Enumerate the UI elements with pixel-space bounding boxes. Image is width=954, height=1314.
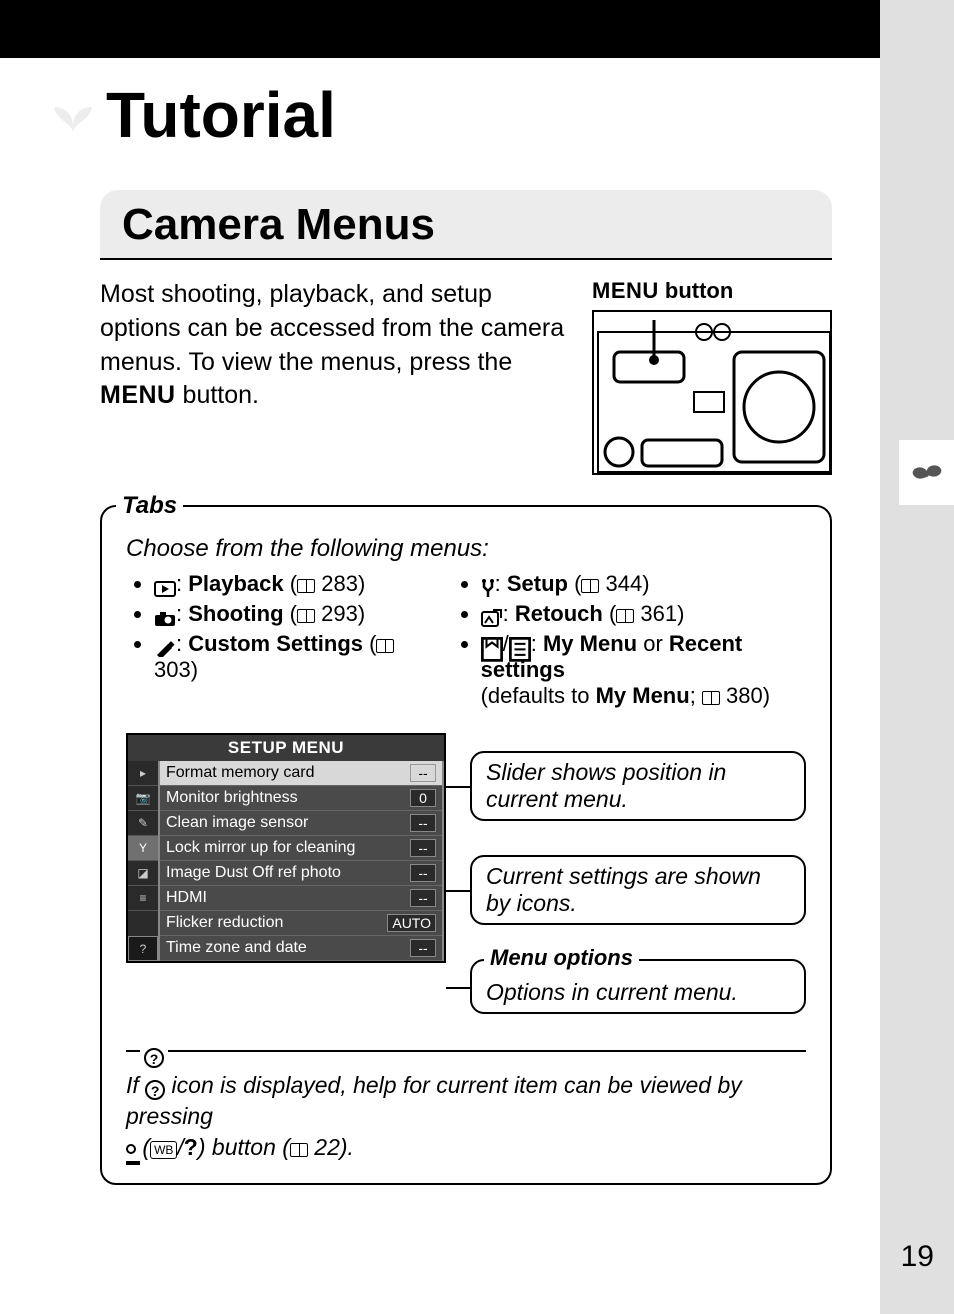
intro-row: Most shooting, playback, and setup optio… [0, 264, 880, 475]
camera-illustration [592, 310, 832, 475]
callouts: Slider shows position in current menu. C… [470, 733, 806, 1014]
top-black-bar [0, 0, 880, 58]
screen-row-label: Time zone and date [166, 939, 307, 957]
screen-row: Lock mirror up for cleaning -- [160, 836, 442, 861]
mymenu-icon [481, 637, 503, 653]
camera-screen: SETUP MENU ▸ 📷 ✎ Y ◪ ≡ ? Format memory c… [126, 733, 446, 963]
screen-row-value: -- [410, 889, 436, 907]
menu-list-left: : Playback ( 283) : Shooting ( 293) : Cu… [126, 571, 423, 713]
callout-menu-options: Menu options Options in current menu. [470, 959, 806, 1014]
screen-list: Format memory card -- Monitor brightness 0 C… [158, 761, 444, 961]
screen-row-value: AUTO [387, 914, 436, 932]
sprout-icon-large [48, 93, 98, 137]
tab-setup-icon: Y [128, 836, 158, 861]
screen-row: Flicker reduction AUTO [160, 911, 442, 936]
screen-row-label: Monitor brightness [166, 789, 298, 807]
book-icon [581, 579, 599, 593]
tab-shooting-icon: 📷 [128, 786, 158, 811]
intro-text: Most shooting, playback, and setup optio… [100, 278, 572, 475]
tabs-subtitle: Choose from the following menus: [126, 535, 806, 563]
shooting-icon [154, 607, 176, 623]
tab-retouch-icon: ◪ [128, 861, 158, 886]
screen-row: Monitor brightness 0 [160, 786, 442, 811]
key-icon [126, 1144, 136, 1154]
screen-tab-column: ▸ 📷 ✎ Y ◪ ≡ ? [128, 761, 158, 961]
book-icon [290, 1143, 308, 1157]
custom-settings-icon [154, 637, 176, 653]
screen-row: Clean image sensor -- [160, 811, 442, 836]
screen-row: Image Dust Off ref photo -- [160, 861, 442, 886]
retouch-icon [481, 607, 503, 623]
camera-column: MENU button [592, 278, 832, 475]
menu-item: : Retouch ( 361) [481, 601, 806, 627]
section-heading-bar: Camera Menus [100, 190, 832, 260]
screen-row-label: Lock mirror up for cleaning [166, 839, 355, 857]
screen-title: SETUP MENU [128, 735, 444, 761]
screen-row: Format memory card -- [160, 761, 442, 786]
screen-row: SETUP MENU ▸ 📷 ✎ Y ◪ ≡ ? Format memory c… [126, 733, 806, 1014]
menu-button-caption: MENU button [592, 278, 832, 304]
screen-row-value: 0 [410, 789, 436, 807]
menu-item: : Custom Settings ( 303) [154, 631, 423, 683]
screen-row: Time zone and date -- [160, 936, 442, 961]
playback-icon [154, 577, 176, 593]
help-badge: ? [140, 1038, 168, 1069]
screen-row-value: -- [410, 814, 436, 832]
screen-row-value: -- [410, 864, 436, 882]
page-content: Tutorial Camera Menus Most shooting, pla… [0, 58, 880, 1185]
question-circle-icon: ? [145, 1080, 165, 1100]
book-icon [702, 691, 720, 705]
right-gray-margin [880, 0, 954, 1314]
question-circle-icon: ? [144, 1048, 164, 1068]
page-number: 19 [901, 1240, 934, 1274]
recent-icon [509, 637, 531, 653]
tabs-label: Tabs [116, 492, 183, 520]
screen-row-value: -- [410, 939, 436, 957]
setup-icon [481, 577, 495, 593]
menu-glyph: MENU [100, 381, 176, 409]
screen-row-value: -- [410, 764, 436, 782]
screen-body: ▸ 📷 ✎ Y ◪ ≡ ? Format memory card -- Monito… [128, 761, 444, 961]
menu-list-right: : Setup ( 344) : Retouch ( 361) /: My Me… [453, 571, 806, 713]
chapter-thumb-tab [899, 440, 954, 505]
wb-icon: WB [150, 1141, 177, 1159]
screen-row-label: Image Dust Off ref photo [166, 864, 341, 882]
tabs-diagram: Tabs Choose from the following menus: : … [100, 505, 832, 1185]
title-row: Tutorial [0, 58, 880, 162]
callout-slider: Slider shows position in current menu. [470, 751, 806, 821]
menu-item: : Shooting ( 293) [154, 601, 423, 627]
sprout-icon [911, 461, 943, 485]
screen-row-label: Clean image sensor [166, 814, 308, 832]
screen-row-label: HDMI [166, 889, 207, 907]
screen-row-value: -- [410, 839, 436, 857]
tab-custom-icon: ✎ [128, 811, 158, 836]
page-title: Tutorial [106, 78, 336, 152]
tab-mymenu-icon: ≡ [128, 886, 158, 911]
menu-item: /: My Menu or Recent settings(defaults t… [481, 631, 806, 709]
menu-options-label: Menu options [484, 945, 639, 971]
screen-row-label: Flicker reduction [166, 914, 283, 932]
menu-item: : Setup ( 344) [481, 571, 806, 597]
book-icon [616, 609, 634, 623]
section-heading: Camera Menus [122, 200, 810, 250]
menu-columns: : Playback ( 283) : Shooting ( 293) : Cu… [126, 571, 806, 713]
book-icon [376, 639, 394, 653]
tab-playback-icon: ▸ [128, 761, 158, 786]
help-box: ? If ? icon is displayed, help for curre… [126, 1050, 806, 1163]
tab-help-icon: ? [128, 936, 158, 961]
screen-row-label: Format memory card [166, 764, 314, 782]
book-icon [297, 609, 315, 623]
screen-row: HDMI -- [160, 886, 442, 911]
callout-icons: Current settings are shown by icons. [470, 855, 806, 925]
menu-item: : Playback ( 283) [154, 571, 423, 597]
book-icon [297, 579, 315, 593]
